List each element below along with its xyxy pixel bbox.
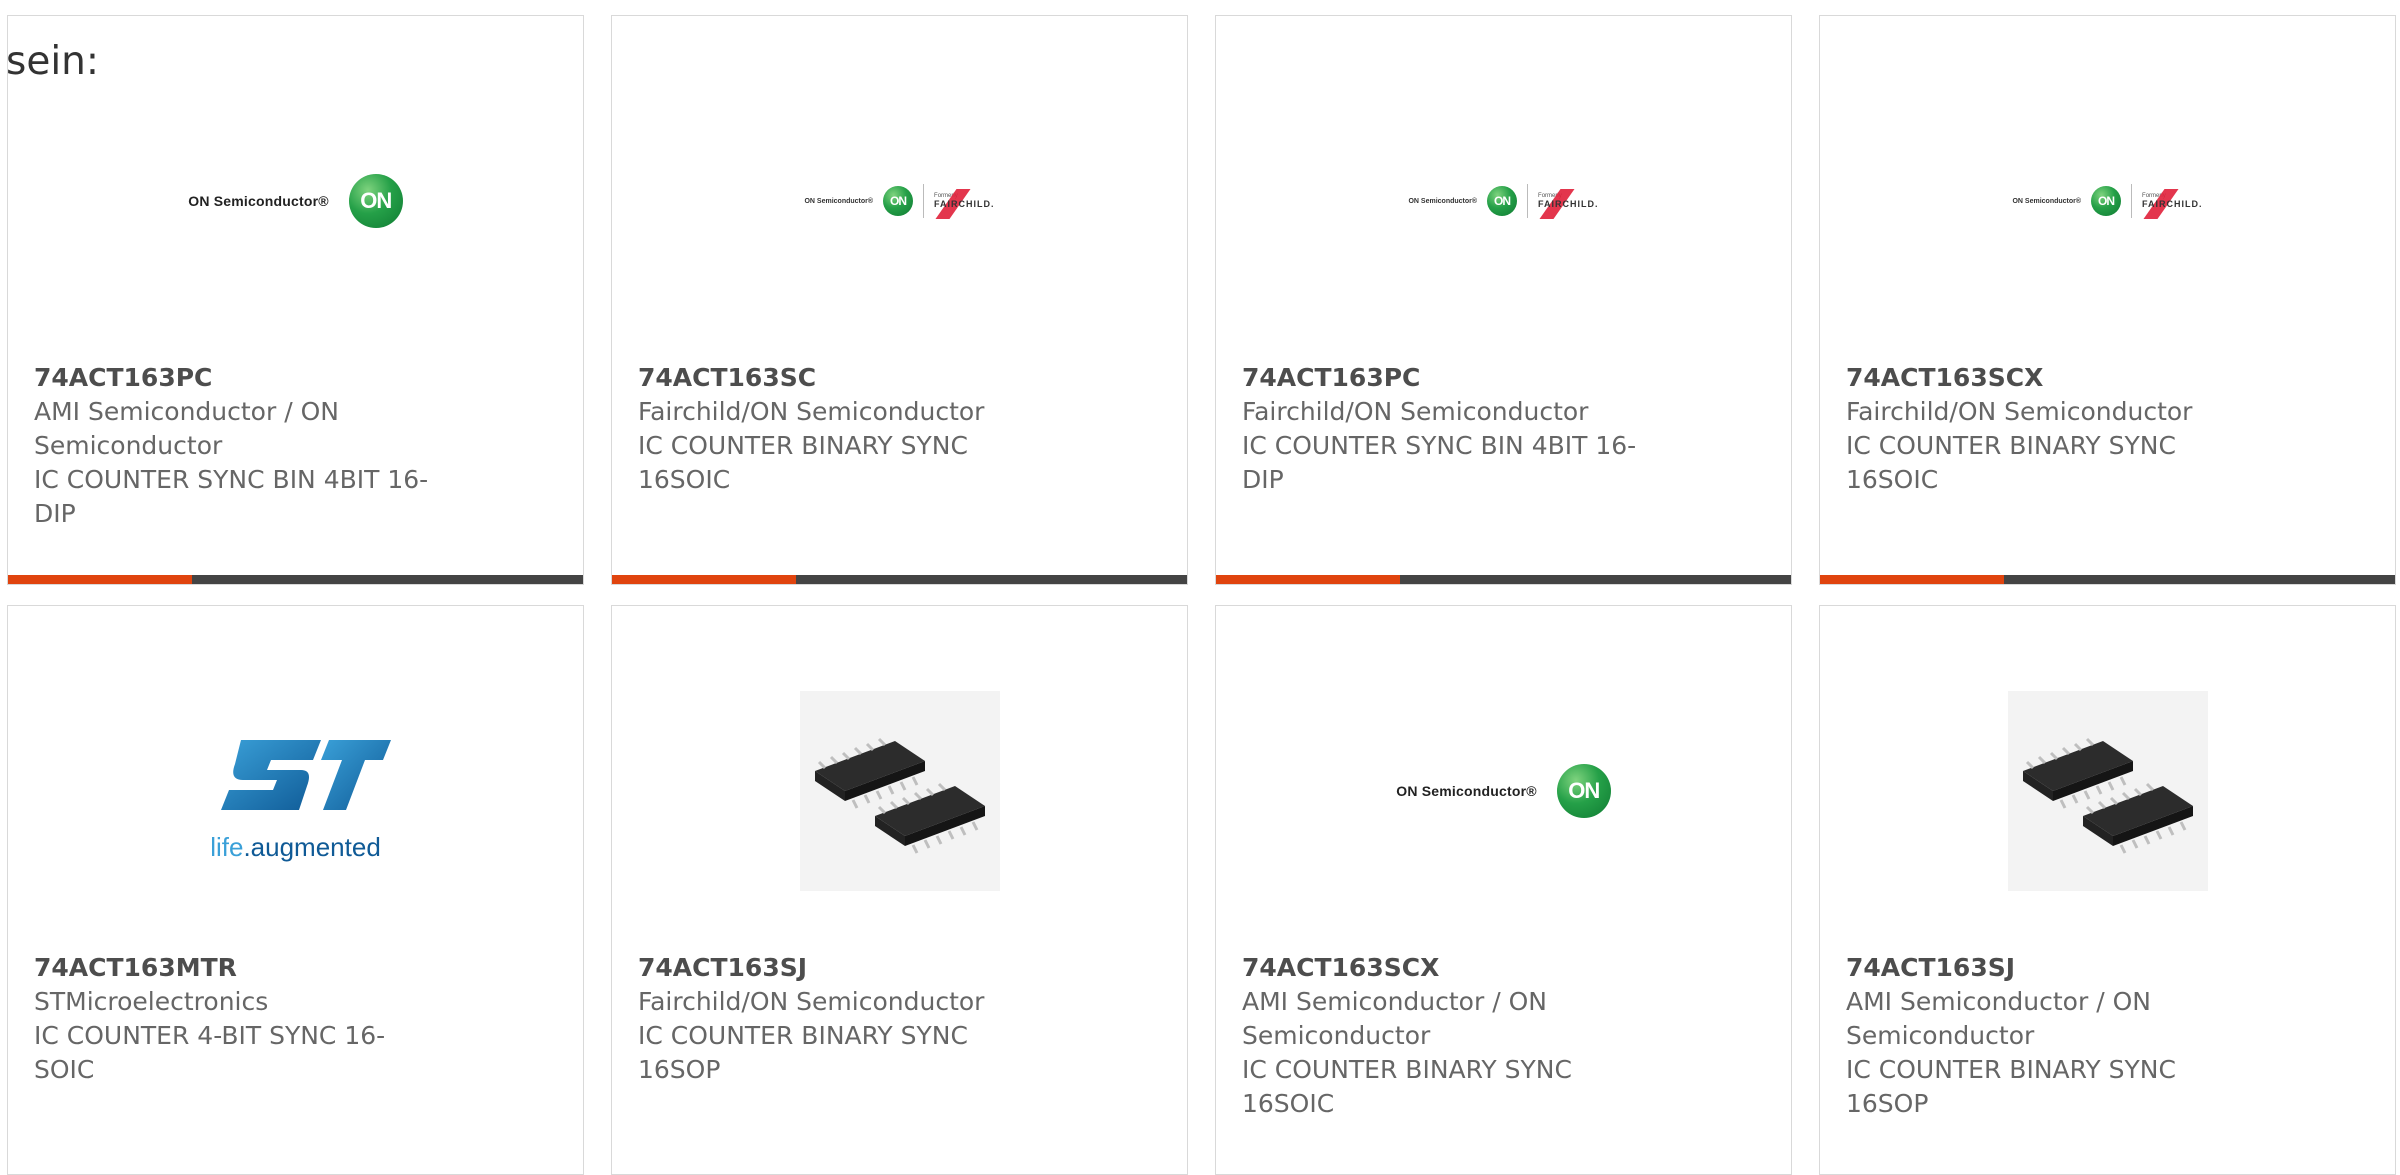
ic-chip-image xyxy=(2007,691,2208,891)
description: IC COUNTER SYNC BIN 4BIT 16-DIP xyxy=(1242,431,1637,494)
on-logo-icon: ON xyxy=(883,186,914,216)
on-fairchild-logo: ON Semiconductor® ON Formerly FAIRCHILD. xyxy=(804,184,995,219)
st-tagline-augmented: .augmented xyxy=(243,831,381,862)
manufacturer: AMI Semiconductor / ON Semiconductor xyxy=(34,397,339,460)
product-card[interactable]: ON Semiconductor® ON Formerly FAIRCHILD.… xyxy=(611,15,1188,585)
fairchild-wordmark: FAIRCHILD. xyxy=(934,199,995,209)
on-fairchild-logo: ON Semiconductor® ON Formerly FAIRCHILD. xyxy=(1408,184,1599,219)
description: IC COUNTER BINARY SYNC 16SOP xyxy=(1846,1055,2176,1118)
product-thumbnail: ON Semiconductor® ON Formerly FAIRCHILD. xyxy=(612,56,1187,346)
product-card[interactable]: life.augmented 74ACT163MTR STMicroelectr… xyxy=(7,605,584,1175)
product-thumbnail: ON Semiconductor® ON Formerly FAIRCHILD. xyxy=(1820,56,2395,346)
product-card[interactable]: ON Semiconductor® ON 74ACT163SCX AMI Sem… xyxy=(1215,605,1792,1175)
product-thumbnail: life.augmented xyxy=(8,646,583,936)
description: IC COUNTER BINARY SYNC 16SOIC xyxy=(1242,1055,1572,1118)
product-thumbnail: ON Semiconductor® ON xyxy=(1216,646,1791,936)
progress-bar xyxy=(8,575,583,584)
st-logo-icon xyxy=(220,739,391,810)
product-card[interactable]: ON Semiconductor® ON 74ACT163PC AMI Semi… xyxy=(7,15,584,585)
product-info: 74ACT163SJ AMI Semiconductor / ON Semico… xyxy=(1846,951,2246,1121)
part-number[interactable]: 74ACT163PC xyxy=(1242,361,1642,395)
ic-chip-image xyxy=(799,691,1000,891)
part-number[interactable]: 74ACT163SCX xyxy=(1242,951,1642,985)
manufacturer: AMI Semiconductor / ON Semiconductor xyxy=(1846,987,2151,1050)
logo-wordmark: ON Semiconductor® xyxy=(2012,197,2082,205)
fairchild-logo: Formerly FAIRCHILD. xyxy=(1538,189,1599,219)
on-logo-icon: ON xyxy=(348,174,403,228)
fairchild-wordmark: FAIRCHILD. xyxy=(1538,199,1599,209)
manufacturer: Fairchild/ON Semiconductor xyxy=(1846,397,2193,426)
manufacturer: Fairchild/ON Semiconductor xyxy=(638,397,985,426)
ic-chip-icon xyxy=(814,737,985,854)
part-number[interactable]: 74ACT163SCX xyxy=(1846,361,2246,395)
description: IC COUNTER BINARY SYNC 16SOIC xyxy=(1846,431,2176,494)
progress-bar xyxy=(1820,575,2395,584)
product-info: 74ACT163MTR STMicroelectronics IC COUNTE… xyxy=(34,951,434,1087)
st-logo: life.augmented xyxy=(201,720,391,863)
manufacturer: Fairchild/ON Semiconductor xyxy=(1242,397,1589,426)
logo-wordmark: ON Semiconductor® xyxy=(188,193,329,209)
on-semiconductor-logo: ON Semiconductor® ON xyxy=(188,174,403,228)
fairchild-logo: Formerly FAIRCHILD. xyxy=(2142,189,2203,219)
product-info: 74ACT163PC AMI Semiconductor / ON Semico… xyxy=(34,361,434,531)
product-info: 74ACT163SCX AMI Semiconductor / ON Semic… xyxy=(1242,951,1642,1121)
product-info: 74ACT163SJ Fairchild/ON Semiconductor IC… xyxy=(638,951,1038,1087)
product-thumbnail xyxy=(612,646,1187,936)
manufacturer: Fairchild/ON Semiconductor xyxy=(638,987,985,1016)
st-tagline-life: life xyxy=(210,831,244,862)
product-card[interactable]: ON Semiconductor® ON Formerly FAIRCHILD.… xyxy=(1819,15,2396,585)
logo-wordmark: ON Semiconductor® xyxy=(1408,197,1478,205)
logo-divider xyxy=(1527,184,1529,218)
fairchild-logo: Formerly FAIRCHILD. xyxy=(934,189,995,219)
product-info: 74ACT163SCX Fairchild/ON Semiconductor I… xyxy=(1846,361,2246,497)
manufacturer: AMI Semiconductor / ON Semiconductor xyxy=(1242,987,1547,1050)
product-grid: ON Semiconductor® ON 74ACT163PC AMI Semi… xyxy=(0,0,2400,1175)
product-card[interactable]: 74ACT163SJ Fairchild/ON Semiconductor IC… xyxy=(611,605,1188,1175)
description: IC COUNTER 4-BIT SYNC 16-SOIC xyxy=(34,1021,386,1084)
ic-chip-icon xyxy=(2022,737,2193,854)
description: IC COUNTER BINARY SYNC 16SOIC xyxy=(638,431,968,494)
on-logo-icon: ON xyxy=(1556,764,1611,818)
logo-wordmark: ON Semiconductor® xyxy=(1396,783,1537,799)
progress-fill xyxy=(612,575,796,584)
description: IC COUNTER BINARY SYNC 16SOP xyxy=(638,1021,968,1084)
logo-divider xyxy=(923,184,925,218)
on-semiconductor-logo: ON Semiconductor® ON xyxy=(1396,764,1611,818)
fairchild-wordmark: FAIRCHILD. xyxy=(2142,199,2203,209)
description: IC COUNTER SYNC BIN 4BIT 16-DIP xyxy=(34,465,429,528)
logo-divider xyxy=(2131,184,2133,218)
progress-fill xyxy=(1820,575,2004,584)
product-thumbnail: ON Semiconductor® ON Formerly FAIRCHILD. xyxy=(1216,56,1791,346)
on-logo-icon: ON xyxy=(2091,186,2122,216)
product-info: 74ACT163PC Fairchild/ON Semiconductor IC… xyxy=(1242,361,1642,497)
part-number[interactable]: 74ACT163PC xyxy=(34,361,434,395)
on-logo-icon: ON xyxy=(1487,186,1518,216)
product-thumbnail xyxy=(1820,646,2395,936)
manufacturer: STMicroelectronics xyxy=(34,987,269,1016)
on-fairchild-logo: ON Semiconductor® ON Formerly FAIRCHILD. xyxy=(2012,184,2203,219)
progress-fill xyxy=(8,575,192,584)
product-card[interactable]: 74ACT163SJ AMI Semiconductor / ON Semico… xyxy=(1819,605,2396,1175)
progress-bar xyxy=(1216,575,1791,584)
product-card[interactable]: ON Semiconductor® ON Formerly FAIRCHILD.… xyxy=(1215,15,1792,585)
progress-bar xyxy=(612,575,1187,584)
part-number[interactable]: 74ACT163SJ xyxy=(1846,951,2246,985)
product-info: 74ACT163SC Fairchild/ON Semiconductor IC… xyxy=(638,361,1038,497)
part-number[interactable]: 74ACT163SC xyxy=(638,361,1038,395)
part-number[interactable]: 74ACT163SJ xyxy=(638,951,1038,985)
header-text: sein: xyxy=(6,39,100,84)
progress-fill xyxy=(1216,575,1400,584)
part-number[interactable]: 74ACT163MTR xyxy=(34,951,434,985)
product-thumbnail: ON Semiconductor® ON xyxy=(8,56,583,346)
logo-wordmark: ON Semiconductor® xyxy=(804,197,874,205)
